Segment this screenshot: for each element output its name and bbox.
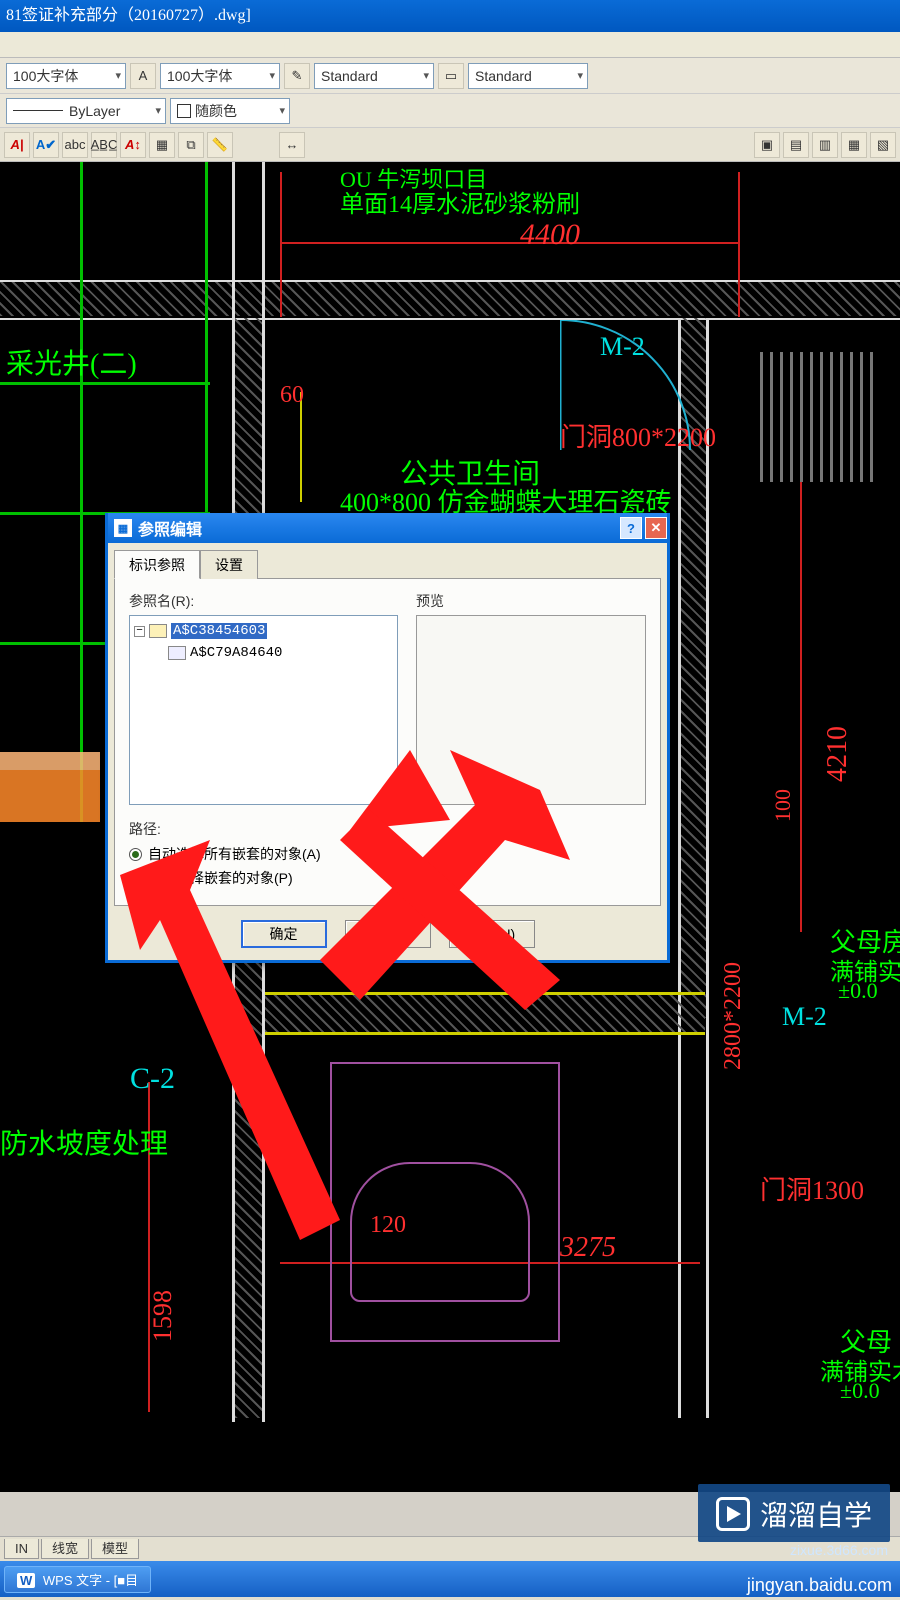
credit-text: jingyan.baidu.com	[747, 1575, 892, 1596]
grid-line	[0, 318, 900, 320]
color-combo[interactable]: 随颜色	[170, 98, 290, 124]
tree-expander-icon[interactable]: −	[134, 626, 145, 637]
tab-label: 模型	[102, 1541, 128, 1556]
dimension-text: 4400	[520, 218, 580, 252]
mark-text: M-2	[600, 332, 645, 362]
layout-tab[interactable]: 模型	[91, 1539, 139, 1559]
tab-settings[interactable]: 设置	[200, 550, 258, 579]
tab-label: IN	[15, 1541, 28, 1556]
dialog-help-icon[interactable]: ?	[620, 517, 642, 539]
toolbar-text-styles: 100大字体 A 100大字体 ✎ Standard ▭ Standard	[0, 58, 900, 94]
table-style-button-icon[interactable]: ▭	[438, 63, 464, 89]
taskbar-item-label: WPS 文字 - [■目	[43, 1573, 138, 1588]
dimension-text: 60	[280, 382, 304, 409]
tab-label: 标识参照	[129, 557, 185, 573]
door-label: 门洞1300	[760, 1170, 864, 1207]
dialog-app-icon: ▦	[114, 519, 132, 537]
tool-block-a-icon[interactable]: ▣	[754, 132, 780, 158]
mark-text: M-2	[782, 1002, 827, 1032]
combo-value: 100大字体	[13, 66, 78, 86]
tree-node[interactable]: A$C79A84640	[134, 642, 393, 664]
wall-hatch	[0, 282, 900, 316]
dimension-text: 100	[770, 789, 796, 822]
tree-node[interactable]: − A$C38454603	[134, 620, 393, 642]
dimension-text: 2800*2200	[720, 962, 747, 1070]
tab-label: 线宽	[52, 1541, 78, 1556]
text-style-combo-2[interactable]: 100大字体	[160, 63, 280, 89]
watermark-badge: 溜溜自学	[698, 1484, 890, 1542]
dialog-tabstrip: 标识参照 设置	[108, 543, 667, 578]
combo-value: 100大字体	[167, 66, 232, 86]
linetype-combo[interactable]: ByLayer	[6, 98, 166, 124]
selection-highlight	[0, 752, 100, 822]
wall-line	[706, 318, 709, 1418]
tool-annotate-box-icon[interactable]: ⧉	[178, 132, 204, 158]
grid-line	[0, 382, 210, 385]
window-title-bar: 81签证补充部分（20160727）.dwg]	[0, 0, 900, 32]
dimension-text: 4210	[822, 726, 854, 782]
block-icon	[149, 624, 167, 638]
tool-dim-icon[interactable]: ↔	[279, 132, 305, 158]
window-title: 81签证补充部分（20160727）.dwg]	[6, 7, 251, 24]
dialog-title: 参照编辑	[138, 516, 202, 540]
taskbar-item[interactable]: W WPS 文字 - [■目	[4, 1566, 151, 1593]
dim-style-combo-1[interactable]: Standard	[314, 63, 434, 89]
play-icon	[716, 1497, 750, 1531]
annotation-arrow-icon	[310, 750, 570, 1010]
tool-mtext-icon[interactable]: A|	[4, 132, 30, 158]
tool-block-c-icon[interactable]: ▥	[812, 132, 838, 158]
dim-ext-line	[738, 172, 740, 317]
dimension-text: 3275	[560, 1232, 616, 1264]
dim-style-button-icon[interactable]: ✎	[284, 63, 310, 89]
menu-bar[interactable]	[0, 32, 900, 58]
block-icon	[168, 646, 186, 660]
color-swatch-icon	[177, 104, 191, 118]
dim-line	[280, 242, 740, 244]
tool-block-b-icon[interactable]: ▤	[783, 132, 809, 158]
combo-value: Standard	[475, 68, 532, 84]
dialog-close-icon[interactable]: ✕	[645, 517, 667, 539]
tool-text-style-icon[interactable]: A̲B̲C̲	[91, 132, 117, 158]
text-style-combo-1[interactable]: 100大字体	[6, 63, 126, 89]
dialog-title-bar[interactable]: ▦ 参照编辑 ? ✕	[108, 513, 667, 543]
watermark-text: 溜溜自学	[760, 1494, 872, 1534]
room-label: ±0.0	[840, 1378, 880, 1404]
watermark-subtext: zixue.3d66.com	[790, 1542, 888, 1558]
tree-node-label: A$C79A84640	[190, 645, 282, 661]
grid-line	[0, 280, 900, 282]
annotation-text: 单面14厚水泥砂浆粉刷	[340, 184, 580, 219]
room-label: 采光井(二)	[6, 342, 137, 382]
door-label: 门洞800*2200	[560, 417, 716, 454]
dim-ext-line	[280, 172, 282, 317]
panel-hatch	[760, 352, 880, 482]
dim-line	[800, 482, 802, 932]
toolbar-annotation: A| A✔ abc A̲B̲C̲ A↕ ▦ ⧉ 📏 ↔ ▣ ▤ ▥ ▦ ▧	[0, 128, 900, 162]
combo-value: ByLayer	[69, 103, 120, 119]
tool-abc-icon[interactable]: abc	[62, 132, 88, 158]
tool-ruler-icon[interactable]: 📏	[207, 132, 233, 158]
tool-text-check-icon[interactable]: A✔	[33, 132, 59, 158]
grid-line	[80, 162, 83, 822]
tree-node-label: A$C38454603	[171, 623, 267, 639]
tool-text-scale-icon[interactable]: A↕	[120, 132, 146, 158]
preview-label: 预览	[416, 591, 646, 611]
combo-value: Standard	[321, 68, 378, 84]
dimension-text: 1598	[148, 1290, 178, 1342]
text-style-button-icon[interactable]: A	[130, 63, 156, 89]
tool-field-icon[interactable]: ▦	[149, 132, 175, 158]
tab-identify-ref[interactable]: 标识参照	[114, 550, 200, 579]
room-label: ±0.0	[838, 978, 878, 1004]
app-badge-icon: W	[17, 1573, 35, 1588]
tab-label: 设置	[215, 557, 243, 573]
dim-style-combo-2[interactable]: Standard	[468, 63, 588, 89]
layout-tab[interactable]: IN	[4, 1539, 39, 1559]
layout-tab[interactable]: 线宽	[41, 1539, 89, 1559]
combo-value: 随颜色	[195, 101, 237, 121]
tool-block-d-icon[interactable]: ▦	[841, 132, 867, 158]
ref-name-label: 参照名(R):	[129, 591, 398, 611]
tool-block-e-icon[interactable]: ▧	[870, 132, 896, 158]
toolbar-properties: ByLayer 随颜色	[0, 94, 900, 128]
